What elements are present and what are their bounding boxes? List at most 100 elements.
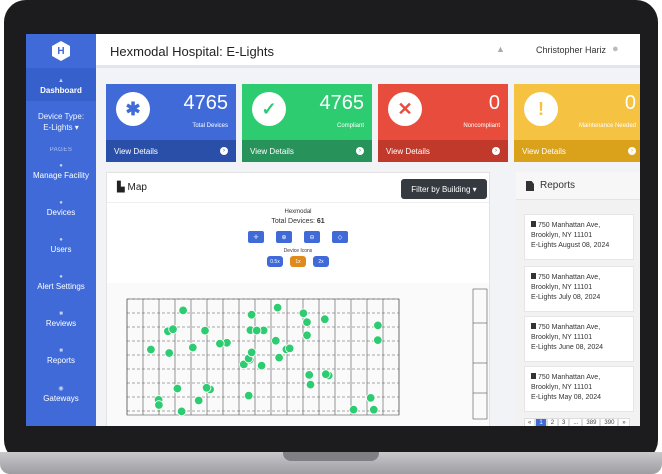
arrow-right-icon: › — [628, 147, 636, 155]
device-marker[interactable] — [320, 314, 330, 324]
device-marker[interactable] — [246, 347, 257, 358]
user-name[interactable]: Christopher Hariz — [536, 45, 606, 55]
card-value: 0 — [488, 92, 500, 114]
device-marker[interactable] — [154, 400, 164, 410]
device-marker[interactable] — [373, 335, 383, 345]
device-marker[interactable] — [251, 325, 262, 336]
user-icon: ● — [59, 237, 63, 243]
icon-size-half-button[interactable]: 0.5x — [267, 256, 283, 267]
report-item[interactable]: 750 Manhattan Ave, Brooklyn, NY 11101 E-… — [524, 214, 634, 260]
sidebar-item-dashboard[interactable]: ▲ Dashboard — [26, 68, 96, 101]
sidebar-item-reviews[interactable]: ■ Reviews — [26, 307, 96, 332]
device-marker[interactable] — [168, 324, 178, 334]
device-marker[interactable] — [200, 325, 210, 336]
device-marker[interactable] — [302, 317, 312, 327]
device-marker[interactable] — [284, 343, 295, 354]
icon-size-2x-button[interactable]: 2x — [313, 256, 329, 267]
logo-letter: H — [57, 45, 65, 57]
device-marker[interactable] — [256, 360, 267, 371]
card-label: Noncompliant — [463, 123, 500, 129]
card-label: Total Devices — [192, 123, 228, 129]
notification-bell-icon[interactable]: ▲ — [496, 44, 505, 54]
zoom-out-icon[interactable]: ⊖ — [304, 231, 320, 243]
sidebar-item-label: Manage Facility — [32, 171, 90, 180]
device-marker[interactable] — [348, 404, 359, 415]
wifi-icon: ◉ — [58, 386, 64, 392]
device-type-label: Device Type: — [37, 112, 85, 121]
device-marker[interactable] — [272, 302, 283, 313]
sidebar-item-gateways[interactable]: ◉ Gateways — [26, 381, 96, 407]
page-button[interactable]: 390 — [600, 418, 619, 426]
device-marker[interactable] — [201, 383, 212, 393]
move-icon[interactable]: ✛ — [248, 231, 264, 243]
file-icon — [531, 273, 536, 279]
device-marker[interactable] — [172, 383, 183, 394]
device-marker[interactable] — [305, 379, 316, 390]
device-marker[interactable] — [188, 342, 198, 353]
page-title: Hexmodal Hospital: E-Lights — [110, 44, 275, 59]
logo-area[interactable]: H — [26, 34, 96, 68]
pagination: « 1 2 3 ... 389 390 » — [524, 418, 630, 426]
filter-by-building-button[interactable]: Filter by Building ▾ — [401, 179, 487, 199]
page-button[interactable]: 389 — [582, 418, 601, 426]
title-block — [472, 288, 488, 420]
device-marker[interactable] — [164, 348, 174, 358]
sidebar-item-devices[interactable]: ● Devices — [26, 196, 96, 221]
building-name: Hexmodal — [284, 209, 312, 215]
view-details-link[interactable]: View Details › — [242, 140, 372, 162]
sidebar-item-reports[interactable]: ■ Reports — [26, 344, 96, 369]
icon-size-1x-button[interactable]: 1x — [290, 256, 306, 267]
page-button[interactable]: 1 — [535, 418, 547, 426]
sidebar-item-label: Devices — [46, 208, 76, 217]
home-icon: ▲ — [58, 78, 64, 84]
device-marker[interactable] — [373, 320, 383, 331]
sidebar-item-label: Gateways — [43, 394, 79, 403]
page-button[interactable]: 3 — [558, 418, 570, 426]
device-marker[interactable] — [366, 393, 376, 403]
zoom-in-icon[interactable]: ⊕ — [276, 231, 292, 243]
lightbulb-icon: ✱ — [116, 92, 150, 126]
report-address: 750 Manhattan Ave, — [538, 324, 601, 331]
chevron-down-icon: ▾ — [74, 123, 79, 132]
device-marker[interactable] — [176, 406, 187, 417]
report-date: E-Lights May 08, 2024 — [531, 394, 602, 401]
device-markers — [146, 302, 383, 417]
report-city: Brooklyn, NY 11101 — [531, 284, 593, 291]
sidebar-item-label: Alert Settings — [37, 282, 85, 291]
device-marker[interactable] — [146, 344, 156, 355]
page-prev-button[interactable]: « — [524, 418, 536, 426]
device-marker[interactable] — [298, 308, 309, 319]
sidebar-item-users[interactable]: ● Users — [26, 233, 96, 258]
page-next-button[interactable]: » — [618, 418, 630, 426]
page-button[interactable]: 2 — [546, 418, 559, 426]
report-item[interactable]: 750 Manhattan Ave, Brooklyn, NY 11101 E-… — [524, 316, 634, 362]
device-marker[interactable] — [243, 390, 254, 401]
device-marker[interactable] — [302, 330, 312, 341]
device-marker[interactable] — [271, 336, 281, 346]
device-marker[interactable] — [215, 338, 225, 349]
map-info: Hexmodal Total Devices: 61 — [107, 203, 489, 225]
floor-plan[interactable] — [107, 283, 489, 426]
device-type-selector[interactable]: Device Type: E-Lights ▾ — [26, 101, 96, 137]
view-details-link[interactable]: View Details › — [514, 140, 640, 162]
device-marker[interactable] — [321, 369, 331, 379]
sidebar-item-alert-settings[interactable]: ● Alert Settings — [26, 270, 96, 295]
device-marker[interactable] — [304, 370, 314, 380]
hexagon-logo-icon[interactable]: H — [52, 41, 70, 61]
reset-view-icon[interactable]: ◇ — [332, 231, 348, 243]
view-details-link[interactable]: View Details › — [106, 140, 236, 162]
view-details-label: View Details — [522, 146, 566, 156]
view-details-link[interactable]: View Details › — [378, 140, 508, 162]
total-devices-value: 61 — [316, 218, 325, 225]
report-item[interactable]: 750 Manhattan Ave, Brooklyn, NY 11101 E-… — [524, 266, 634, 312]
device-marker[interactable] — [193, 395, 204, 406]
device-marker[interactable] — [178, 305, 188, 316]
arrow-right-icon: › — [492, 147, 500, 155]
device-marker[interactable] — [274, 352, 284, 363]
device-marker[interactable] — [369, 404, 379, 415]
user-avatar-icon[interactable]: ● — [612, 43, 619, 55]
map-panel: ▙ Map Filter by Building ▾ Hexmodal Tota… — [106, 172, 490, 426]
sidebar-item-manage-facility[interactable]: ● Manage Facility — [26, 159, 96, 184]
report-item[interactable]: 750 Manhattan Ave, Brooklyn, NY 11101 E-… — [524, 366, 634, 412]
device-marker[interactable] — [246, 310, 257, 320]
